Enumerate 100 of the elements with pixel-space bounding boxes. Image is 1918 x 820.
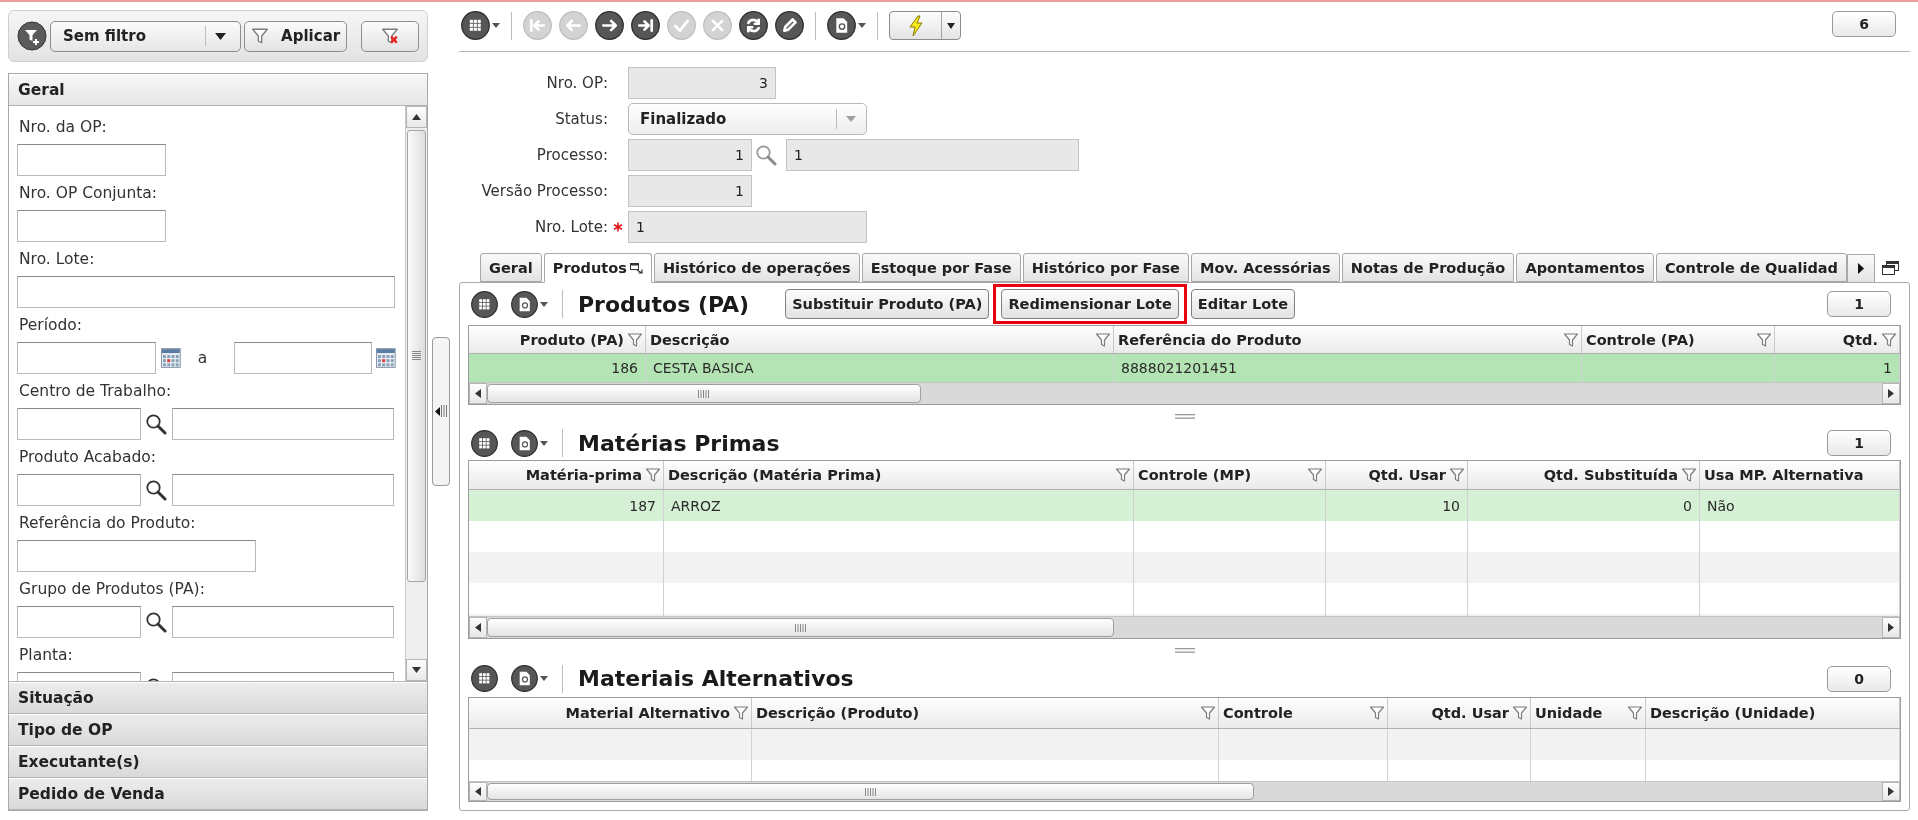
filter-icon[interactable] [1681,467,1697,483]
grid-icon[interactable] [471,665,498,692]
accordion-header[interactable]: Tipo de OP [9,714,427,746]
tab[interactable]: Controle de Qualidad [1655,253,1848,282]
code-field[interactable] [17,408,141,440]
scroll-right-button[interactable] [1882,617,1900,638]
column-header[interactable]: Descrição (Unidade) [1646,698,1900,728]
column-header[interactable]: Referência do Produto [1114,326,1582,353]
scroll-up-button[interactable] [406,106,427,128]
grid-icon[interactable] [471,290,498,318]
filter-icon[interactable] [1881,331,1897,348]
accordion-header[interactable]: Situação [9,682,427,714]
action-button[interactable]: Substituir Produto (PA) [785,289,990,319]
filter-icon[interactable] [1756,331,1772,348]
date-field[interactable] [234,342,373,374]
pencil-icon[interactable] [775,11,804,40]
action-button[interactable]: Editar Lote [1190,289,1295,319]
document-menu-button[interactable] [511,429,548,457]
resize-grip-icon[interactable] [1174,647,1195,653]
column-header[interactable]: Descrição (Produto) [752,698,1219,728]
column-header[interactable]: Controle (MP) [1134,461,1326,489]
filter-icon[interactable] [1512,705,1528,721]
column-header[interactable]: Unidade [1531,698,1646,728]
date-field[interactable] [17,342,156,374]
scrollbar-thumb[interactable] [487,384,921,403]
collapse-handle[interactable] [432,336,450,486]
input-field[interactable]: 1 [628,175,752,207]
clear-filter-button[interactable] [361,20,419,52]
search-icon[interactable] [145,611,167,633]
filter-icon[interactable] [1200,705,1216,721]
input-field[interactable] [17,276,395,308]
scroll-down-button[interactable] [406,659,427,681]
refresh-icon[interactable] [739,11,768,40]
filter-icon[interactable] [733,705,749,721]
column-header[interactable]: Descrição [646,326,1114,353]
accordion-header[interactable]: Executante(s) [9,746,427,778]
calendar-icon[interactable] [376,348,396,368]
tab[interactable]: Geral [480,253,542,282]
document-menu-button[interactable] [827,11,866,40]
column-header[interactable]: Usa MP. Alternativa [1700,461,1900,489]
description-field[interactable] [172,474,394,506]
column-header[interactable]: Controle [1219,698,1388,728]
column-header[interactable]: Qtd. Substituída [1468,461,1700,489]
action-button[interactable]: Redimensionar Lote [1001,289,1179,319]
column-header[interactable]: Controle (PA) [1582,326,1775,353]
input-field[interactable] [17,210,166,242]
code-field[interactable]: 1 [628,139,752,171]
scrollbar-thumb[interactable] [407,130,426,582]
code-field[interactable] [17,606,141,638]
scroll-right-button[interactable] [1882,383,1900,404]
code-field[interactable] [17,474,141,506]
filter-icon[interactable] [627,331,643,348]
scroll-right-button[interactable] [1882,782,1900,801]
filter-icon[interactable] [1449,467,1465,483]
tab[interactable]: Mov. Acessórias [1191,253,1340,282]
tab[interactable]: Histórico de operações [653,253,860,282]
grid-icon[interactable] [471,429,498,457]
tab[interactable]: Produtos [543,253,652,283]
filter-select[interactable]: Sem filtro [50,20,241,52]
tab-scroll-right-button[interactable] [1847,254,1875,283]
accordion-header[interactable]: Geral [9,74,427,106]
filter-icon[interactable] [1563,331,1579,348]
filter-icon[interactable] [1095,331,1111,348]
filter-icon[interactable] [1369,705,1385,721]
column-header[interactable]: Qtd. [1775,326,1900,353]
skip-forward-icon[interactable] [631,11,660,40]
arrow-right-icon[interactable] [595,11,624,40]
input-field[interactable]: 1 [628,211,867,243]
scroll-left-button[interactable] [469,782,487,801]
filter-icon[interactable] [1627,705,1643,721]
filter-icon[interactable] [1115,467,1131,483]
filter-icon[interactable] [1307,467,1323,483]
table-row[interactable]: 187 ARROZ 10 0 Não [469,490,1900,521]
tab[interactable]: Apontamentos [1516,253,1654,282]
column-header[interactable]: Produto (PA) [469,326,646,353]
scroll-left-button[interactable] [469,617,487,638]
scrollbar-thumb[interactable] [487,783,1254,800]
scroll-left-button[interactable] [469,383,487,404]
document-menu-button[interactable] [511,665,548,692]
accordion-header[interactable]: Pedido de Venda [9,778,427,810]
action-menu-button[interactable] [889,11,961,40]
column-header[interactable]: Matéria-prima [469,461,664,489]
apply-button[interactable]: Aplicar [243,20,348,52]
windows-icon[interactable] [1882,261,1899,275]
column-header[interactable]: Descrição (Matéria Prima) [664,461,1134,489]
description-field[interactable]: 1 [786,139,1079,171]
input-field[interactable]: 3 [628,67,776,99]
add-filter-button[interactable] [17,21,47,51]
description-field[interactable] [172,408,394,440]
column-header[interactable]: Qtd. Usar [1388,698,1531,728]
resize-grip-icon[interactable] [1174,413,1195,419]
tab[interactable]: Histórico por Fase [1022,253,1189,282]
search-icon[interactable] [145,479,167,501]
scrollbar-thumb[interactable] [487,618,1114,637]
search-icon[interactable] [145,413,167,435]
small-window-icon[interactable] [629,262,643,274]
input-field[interactable] [17,144,166,176]
calendar-icon[interactable] [161,348,181,368]
status-select[interactable]: Finalizado [628,103,867,135]
description-field[interactable] [172,606,394,638]
